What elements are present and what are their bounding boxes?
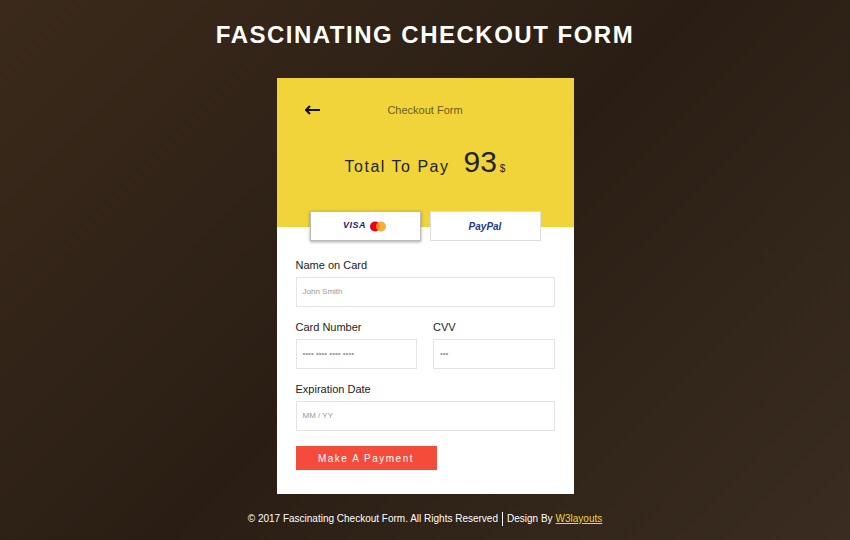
- input-placeholder: •••: [440, 348, 448, 360]
- card-header: Checkout FormTotal To Pay93$VISAPayPal: [277, 78, 574, 227]
- payment-method-tab[interactable]: VISA: [310, 211, 421, 241]
- payment-form: Name on Card John Smith Card Number •••• ••…: [277, 227, 574, 494]
- page-title: FASCINATING CHECKOUT FORM: [216, 19, 634, 51]
- text-input[interactable]: MM / YY: [296, 401, 555, 431]
- footer-copyright: © 2017 Fascinating Checkout Form. All Ri…: [248, 512, 498, 526]
- back-arrow-icon[interactable]: [305, 105, 321, 115]
- input-placeholder: MM / YY: [303, 410, 334, 422]
- mastercard-icon: [369, 221, 387, 232]
- total-amount: 93: [463, 139, 496, 184]
- form-row: Card Number •••• •••• •••• •••• CVV •••: [296, 319, 555, 369]
- text-input[interactable]: John Smith: [296, 277, 555, 307]
- card-title: Checkout Form: [387, 102, 462, 118]
- field-label: Expiration Date: [296, 381, 555, 397]
- field-label: Card Number: [296, 319, 418, 335]
- form-field: Card Number •••• •••• •••• ••••: [296, 319, 418, 369]
- form-field: CVV •••: [433, 319, 555, 369]
- text-input[interactable]: •••• •••• •••• ••••: [296, 339, 418, 369]
- submit-button[interactable]: Make A Payment: [296, 446, 437, 470]
- input-placeholder: John Smith: [303, 286, 343, 298]
- field-label: CVV: [433, 319, 555, 335]
- field-label: Name on Card: [296, 257, 555, 273]
- form-row: Name on Card John Smith: [296, 257, 555, 307]
- visa-logo: VISA: [343, 219, 366, 233]
- payment-methods: VISA PayPal: [277, 211, 574, 241]
- input-placeholder: •••• •••• •••• ••••: [303, 348, 354, 360]
- footer: © 2017 Fascinating Checkout Form. All Ri…: [248, 512, 603, 526]
- form-field: Name on Card John Smith: [296, 257, 555, 307]
- checkout-card: Checkout FormTotal To Pay93$VISAPayPalNa…: [277, 78, 574, 494]
- form-field: Expiration Date MM / YY: [296, 381, 555, 431]
- payment-method-tab[interactable]: PayPal: [430, 211, 541, 241]
- footer-link[interactable]: W3layouts: [556, 512, 603, 526]
- paypal-logo: PayPal: [469, 219, 502, 234]
- total-currency: $: [500, 161, 506, 176]
- footer-separator: [502, 512, 503, 526]
- footer-design-by: Design By: [507, 512, 553, 526]
- text-input[interactable]: •••: [433, 339, 555, 369]
- page: FASCINATING CHECKOUT FORM Checkout Form To…: [0, 0, 850, 540]
- total-label: Total To Pay: [345, 155, 450, 179]
- total-row: Total To Pay 93 $: [277, 139, 574, 184]
- form-row: Expiration Date MM / YY: [296, 381, 555, 431]
